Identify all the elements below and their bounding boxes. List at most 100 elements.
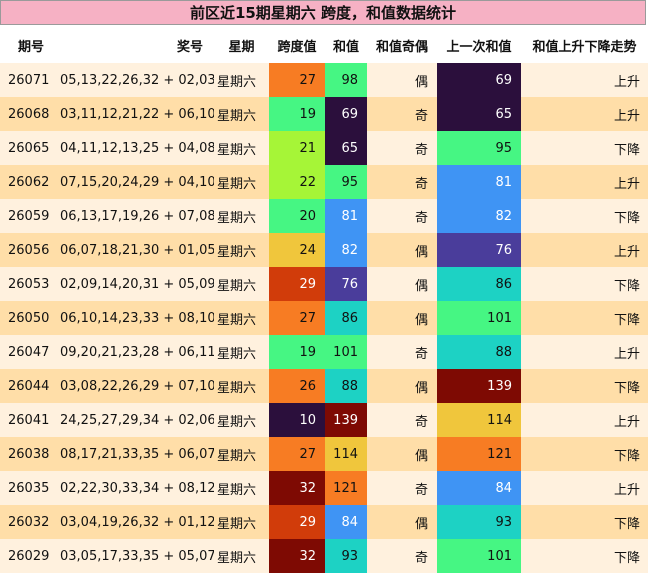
issue-cell: 26071 — [0, 63, 56, 97]
parity-cell: 偶 — [367, 267, 437, 301]
numbers-cell: 06,13,17,19,26 + 07,08 — [56, 199, 214, 233]
header-prev-sum: 上一次和值 — [437, 27, 521, 63]
parity-cell: 偶 — [367, 63, 437, 97]
numbers-cell: 02,22,30,33,34 + 08,12 — [56, 471, 214, 505]
parity-cell: 奇 — [367, 165, 437, 199]
prev-sum-cell: 114 — [437, 403, 521, 437]
numbers-cell: 02,09,14,20,31 + 05,09 — [56, 267, 214, 301]
table-row: 26050 06,10,14,23,33 + 08,10 星期六 27 86 偶 101 下降 — [0, 301, 648, 335]
numbers-cell: 05,13,22,26,32 + 02,03 — [56, 63, 214, 97]
numbers-cell: 04,11,12,13,25 + 04,08 — [56, 131, 214, 165]
trend-cell: 上升 — [521, 403, 648, 437]
table-row: 26041 24,25,27,29,34 + 02,06 星期六 10 139 奇 114 上… — [0, 403, 648, 437]
table-row: 26044 03,08,22,26,29 + 07,10 星期六 26 88 偶 139 下降 — [0, 369, 648, 403]
span-cell: 24 — [269, 233, 325, 267]
weekday-cell: 星期六 — [214, 131, 269, 165]
prev-sum-cell: 82 — [437, 199, 521, 233]
trend-cell: 下降 — [521, 267, 648, 301]
stats-table: 期号 奖号 星期 跨度值 和值 和值奇偶 上一次和值 和值上升下降走势 2607… — [0, 27, 648, 573]
numbers-cell: 03,04,19,26,32 + 01,12 — [56, 505, 214, 539]
header-span: 跨度值 — [269, 27, 325, 63]
header-issue: 期号 — [0, 27, 56, 63]
issue-cell: 26032 — [0, 505, 56, 539]
sum-cell: 69 — [325, 97, 367, 131]
trend-cell: 上升 — [521, 165, 648, 199]
span-cell: 27 — [269, 63, 325, 97]
numbers-cell: 24,25,27,29,34 + 02,06 — [56, 403, 214, 437]
parity-cell: 奇 — [367, 131, 437, 165]
issue-cell: 26065 — [0, 131, 56, 165]
sum-cell: 65 — [325, 131, 367, 165]
span-cell: 27 — [269, 437, 325, 471]
parity-cell: 奇 — [367, 403, 437, 437]
span-cell: 29 — [269, 505, 325, 539]
span-cell: 32 — [269, 471, 325, 505]
parity-cell: 奇 — [367, 471, 437, 505]
issue-cell: 26056 — [0, 233, 56, 267]
header-row: 期号 奖号 星期 跨度值 和值 和值奇偶 上一次和值 和值上升下降走势 — [0, 27, 648, 63]
trend-cell: 上升 — [521, 471, 648, 505]
span-cell: 10 — [269, 403, 325, 437]
sheet-title: 前区近15期星期六 跨度，和值数据统计 — [0, 0, 646, 25]
trend-cell: 上升 — [521, 233, 648, 267]
prev-sum-cell: 101 — [437, 539, 521, 573]
weekday-cell: 星期六 — [214, 471, 269, 505]
parity-cell: 奇 — [367, 539, 437, 573]
weekday-cell: 星期六 — [214, 165, 269, 199]
issue-cell: 26062 — [0, 165, 56, 199]
numbers-cell: 03,11,12,21,22 + 06,10 — [56, 97, 214, 131]
parity-cell: 偶 — [367, 505, 437, 539]
span-cell: 22 — [269, 165, 325, 199]
prev-sum-cell: 84 — [437, 471, 521, 505]
numbers-cell: 06,07,18,21,30 + 01,05 — [56, 233, 214, 267]
weekday-cell: 星期六 — [214, 63, 269, 97]
sum-cell: 84 — [325, 505, 367, 539]
issue-cell: 26041 — [0, 403, 56, 437]
prev-sum-cell: 139 — [437, 369, 521, 403]
weekday-cell: 星期六 — [214, 335, 269, 369]
weekday-cell: 星期六 — [214, 199, 269, 233]
prev-sum-cell: 121 — [437, 437, 521, 471]
issue-cell: 26053 — [0, 267, 56, 301]
sum-cell: 88 — [325, 369, 367, 403]
numbers-cell: 09,20,21,23,28 + 06,11 — [56, 335, 214, 369]
table-row: 26056 06,07,18,21,30 + 01,05 星期六 24 82 偶 76 上升 — [0, 233, 648, 267]
sum-cell: 81 — [325, 199, 367, 233]
span-cell: 32 — [269, 539, 325, 573]
issue-cell: 26050 — [0, 301, 56, 335]
trend-cell: 上升 — [521, 63, 648, 97]
issue-cell: 26044 — [0, 369, 56, 403]
header-parity: 和值奇偶 — [367, 27, 437, 63]
trend-cell: 下降 — [521, 131, 648, 165]
table-row: 26062 07,15,20,24,29 + 04,10 星期六 22 95 奇 81 上升 — [0, 165, 648, 199]
parity-cell: 偶 — [367, 437, 437, 471]
table-row: 26038 08,17,21,33,35 + 06,07 星期六 27 114 偶 121 下… — [0, 437, 648, 471]
sum-cell: 95 — [325, 165, 367, 199]
prev-sum-cell: 88 — [437, 335, 521, 369]
weekday-cell: 星期六 — [214, 505, 269, 539]
sum-cell: 121 — [325, 471, 367, 505]
sum-cell: 114 — [325, 437, 367, 471]
weekday-cell: 星期六 — [214, 267, 269, 301]
numbers-cell: 06,10,14,23,33 + 08,10 — [56, 301, 214, 335]
prev-sum-cell: 65 — [437, 97, 521, 131]
trend-cell: 下降 — [521, 301, 648, 335]
span-cell: 27 — [269, 301, 325, 335]
issue-cell: 26035 — [0, 471, 56, 505]
prev-sum-cell: 69 — [437, 63, 521, 97]
span-cell: 19 — [269, 335, 325, 369]
stats-sheet: 前区近15期星期六 跨度，和值数据统计 期号 奖号 星期 跨度值 和值 和值奇偶… — [0, 0, 648, 573]
issue-cell: 26029 — [0, 539, 56, 573]
sum-cell: 98 — [325, 63, 367, 97]
weekday-cell: 星期六 — [214, 437, 269, 471]
parity-cell: 奇 — [367, 97, 437, 131]
table-row: 26068 03,11,12,21,22 + 06,10 星期六 19 69 奇 65 上升 — [0, 97, 648, 131]
weekday-cell: 星期六 — [214, 539, 269, 573]
span-cell: 21 — [269, 131, 325, 165]
sum-cell: 101 — [325, 335, 367, 369]
numbers-cell: 03,05,17,33,35 + 05,07 — [56, 539, 214, 573]
parity-cell: 偶 — [367, 369, 437, 403]
parity-cell: 偶 — [367, 233, 437, 267]
issue-cell: 26038 — [0, 437, 56, 471]
weekday-cell: 星期六 — [214, 369, 269, 403]
